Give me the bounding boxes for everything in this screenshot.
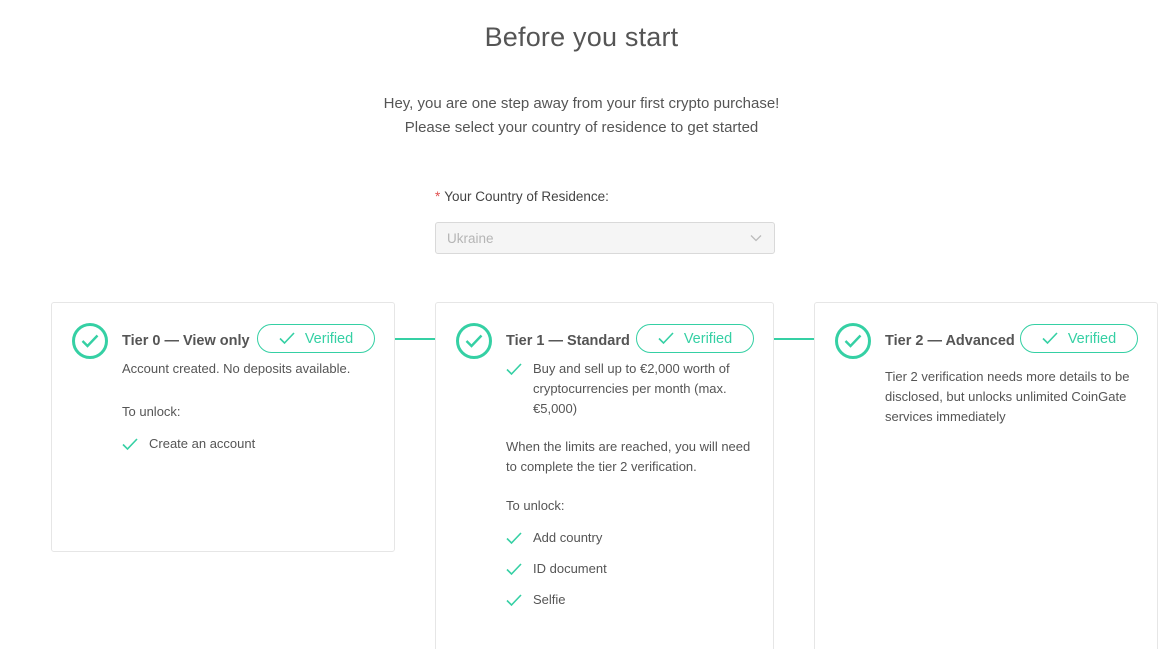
- country-field-label: * Your Country of Residence:: [435, 189, 609, 204]
- check-icon: [506, 590, 522, 610]
- check-circle-icon: [72, 323, 108, 359]
- tier-1-name: Tier 1 — Standard: [506, 333, 630, 349]
- tier-1-unlock-item: ID document: [506, 559, 756, 579]
- tier-0-unlock-item: Create an account: [122, 434, 350, 454]
- tier-0-unlock-label: To unlock:: [122, 404, 181, 419]
- tier-2-card: Tier 2 — Advanced Verified Tier 2 verifi…: [814, 302, 1158, 649]
- tier-1-header: Tier 1 — Standard: [456, 323, 630, 359]
- tier-1-unlock-item: Add country: [506, 528, 756, 548]
- check-icon: [506, 359, 522, 379]
- tier-2-name: Tier 2 — Advanced: [885, 333, 1015, 349]
- tier-connector-2: [773, 338, 815, 340]
- tier-1-benefit: Buy and sell up to €2,000 worth of crypt…: [506, 359, 756, 419]
- check-icon: [506, 528, 522, 548]
- country-label-text: Your Country of Residence: [444, 189, 606, 204]
- tier-2-header: Tier 2 — Advanced: [835, 323, 1015, 359]
- tier-1-note: When the limits are reached, you will ne…: [506, 439, 751, 474]
- tier-0-card: Tier 0 — View only Verified Account crea…: [51, 302, 395, 552]
- tier-2-body: Tier 2 verification needs more details t…: [885, 367, 1140, 427]
- tier-1-verified-badge: Verified: [636, 324, 754, 353]
- tier-1-card: Tier 1 — Standard Verified Buy and sell …: [435, 302, 774, 649]
- check-icon: [658, 332, 674, 345]
- check-icon: [506, 559, 522, 579]
- tier-0-description: Account created. No deposits available.: [122, 361, 351, 376]
- intro-text: Hey, you are one step away from your fir…: [0, 92, 1163, 140]
- check-circle-icon: [835, 323, 871, 359]
- tier-1-body: Buy and sell up to €2,000 worth of crypt…: [506, 359, 756, 610]
- tier-0-body: Account created. No deposits available. …: [122, 359, 350, 454]
- intro-line-2: Please select your country of residence …: [404, 119, 759, 136]
- tier-0-name: Tier 0 — View only: [122, 333, 250, 349]
- page-title: Before you start: [484, 22, 679, 52]
- tier-1-unlock-label: To unlock:: [506, 498, 565, 513]
- country-select-value: Ukraine: [447, 230, 494, 246]
- tier-2-description: Tier 2 verification needs more details t…: [885, 369, 1130, 424]
- chevron-down-icon: [750, 235, 762, 242]
- check-icon: [1042, 332, 1058, 345]
- required-mark: *: [435, 189, 441, 204]
- tier-2-verified-badge: Verified: [1020, 324, 1138, 353]
- country-select[interactable]: Ukraine: [435, 222, 775, 254]
- badge-label: Verified: [304, 330, 354, 347]
- intro-line-1: Hey, you are one step away from your fir…: [383, 95, 780, 112]
- badge-label: Verified: [1067, 330, 1117, 347]
- check-icon: [122, 434, 138, 454]
- badge-label: Verified: [683, 330, 733, 347]
- check-icon: [279, 332, 295, 345]
- tier-0-verified-badge: Verified: [257, 324, 375, 353]
- check-circle-icon: [456, 323, 492, 359]
- tier-connector-1: [394, 338, 436, 340]
- tier-0-header: Tier 0 — View only: [72, 323, 250, 359]
- before-you-start-page: Before you start Hey, you are one step a…: [0, 0, 1163, 649]
- tier-1-unlock-item: Selfie: [506, 590, 756, 610]
